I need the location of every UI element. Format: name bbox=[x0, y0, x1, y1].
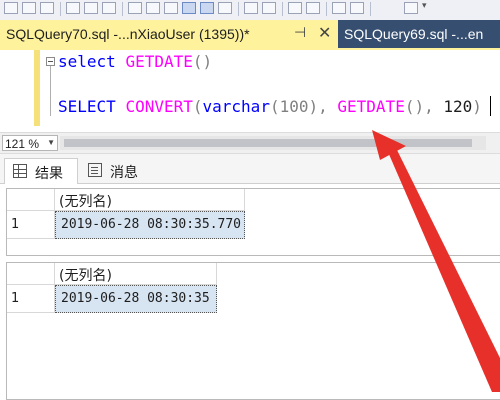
function-token: GETDATE bbox=[337, 97, 405, 116]
toolbar-button[interactable] bbox=[288, 2, 302, 14]
column-header[interactable]: (无列名) bbox=[55, 189, 245, 211]
tab-messages[interactable]: 消息 bbox=[80, 158, 146, 184]
function-token: GETDATE bbox=[125, 52, 193, 71]
paren-token: ( bbox=[192, 97, 203, 116]
paren-token: () bbox=[192, 52, 213, 71]
change-tracking-bar bbox=[34, 50, 40, 126]
row-number-label: 1 bbox=[11, 291, 20, 306]
cell-value: 2019-06-28 08:30:35 bbox=[61, 291, 210, 306]
row-number-label: 1 bbox=[11, 217, 20, 232]
text-caret bbox=[490, 96, 491, 116]
toolbar-separator bbox=[238, 2, 239, 16]
row-header-corner[interactable] bbox=[7, 263, 55, 285]
toolbar-separator bbox=[282, 2, 283, 16]
zoom-value: 121 % bbox=[5, 137, 40, 151]
result-grid-2: (无列名) 1 2019-06-28 08:30:35 bbox=[6, 262, 500, 400]
toolbar-button[interactable] bbox=[84, 2, 98, 14]
style-arg-token: 120 bbox=[443, 97, 473, 116]
results-tab-strip: 结果 消息 bbox=[0, 154, 500, 184]
paren-token: ) bbox=[472, 97, 482, 116]
result-grid-1: (无列名) 1 2019-06-28 08:30:35.770 bbox=[6, 188, 500, 256]
toolbar-button[interactable] bbox=[218, 2, 232, 14]
toolbar-button[interactable] bbox=[262, 2, 276, 14]
type-arg-token: (100) bbox=[269, 97, 319, 116]
toolbar-button[interactable] bbox=[306, 2, 320, 14]
comma-token: , bbox=[318, 97, 338, 116]
toolbar-button[interactable] bbox=[40, 2, 54, 14]
comma-token: , bbox=[424, 97, 444, 116]
row-header-corner[interactable] bbox=[7, 189, 55, 211]
dropdown-arrow-icon[interactable]: ▾ bbox=[422, 1, 427, 11]
horizontal-scrollbar[interactable] bbox=[60, 136, 486, 150]
toolbar-separator bbox=[122, 2, 123, 16]
result-cell[interactable]: 2019-06-28 08:30:35.770 bbox=[55, 211, 245, 239]
outline-line bbox=[50, 66, 51, 116]
code-line-1[interactable]: select GETDATE() bbox=[58, 52, 212, 71]
column-header-label: (无列名) bbox=[59, 194, 112, 210]
toolbar-separator bbox=[60, 2, 61, 16]
tab-results[interactable]: 结果 bbox=[4, 158, 78, 184]
cell-value: 2019-06-28 08:30:35.770 bbox=[61, 217, 242, 232]
tab-title: SQLQuery69.sql -...en bbox=[344, 26, 484, 42]
result-cell[interactable]: 2019-06-28 08:30:35 bbox=[55, 285, 217, 313]
scrollbar-thumb[interactable] bbox=[64, 139, 472, 147]
row-number[interactable]: 1 bbox=[7, 211, 55, 239]
keyword-token: SELECT bbox=[58, 97, 116, 116]
keyword-token: select bbox=[58, 52, 116, 71]
tab-results-label: 结果 bbox=[35, 166, 63, 182]
toolbar-separator bbox=[370, 2, 371, 16]
toolbar-button[interactable] bbox=[22, 2, 36, 14]
toolbar-button[interactable] bbox=[128, 2, 142, 14]
pin-icon[interactable]: ⊣ bbox=[294, 25, 306, 41]
toolbar-button[interactable] bbox=[164, 2, 178, 14]
toolbar-button[interactable] bbox=[350, 2, 364, 14]
collapse-toggle-icon[interactable] bbox=[46, 57, 55, 66]
zoom-dropdown[interactable]: 121 % ▼ bbox=[2, 135, 58, 151]
toolbar-button[interactable] bbox=[66, 2, 80, 14]
type-token: varchar bbox=[202, 97, 270, 116]
messages-icon bbox=[88, 163, 102, 177]
zoom-bar: 121 % ▼ bbox=[0, 132, 500, 154]
document-tab-strip: SQLQuery70.sql -...nXiaoUser (1395))* ⊣ … bbox=[0, 20, 500, 48]
toolbar-button[interactable] bbox=[4, 2, 18, 14]
toolbar-button[interactable] bbox=[404, 2, 418, 14]
toolbar-button[interactable] bbox=[332, 2, 346, 14]
chevron-down-icon: ▼ bbox=[47, 138, 55, 147]
toolbar-button[interactable] bbox=[146, 2, 160, 14]
close-icon[interactable]: ✕ bbox=[318, 23, 331, 42]
column-header[interactable]: (无列名) bbox=[55, 263, 217, 285]
function-token: CONVERT bbox=[125, 97, 193, 116]
tab-sqlquery69[interactable]: SQLQuery69.sql -...en bbox=[338, 20, 500, 48]
paren-token: () bbox=[404, 97, 425, 116]
toolbar-button-pressed[interactable] bbox=[182, 2, 196, 14]
toolbar-button[interactable] bbox=[244, 2, 258, 14]
row-number[interactable]: 1 bbox=[7, 285, 55, 313]
tab-sqlquery70[interactable]: SQLQuery70.sql -...nXiaoUser (1395))* ⊣ … bbox=[0, 20, 338, 48]
toolbar-separator bbox=[326, 2, 327, 16]
code-line-2[interactable]: SELECT CONVERT(varchar(100), GETDATE(), … bbox=[58, 97, 482, 116]
toolbar-button-pressed[interactable] bbox=[200, 2, 214, 14]
grid-icon bbox=[13, 164, 27, 178]
tab-messages-label: 消息 bbox=[110, 165, 138, 181]
toolbar: ▾ bbox=[0, 0, 500, 21]
query-editor[interactable]: select GETDATE() SELECT CONVERT(varchar(… bbox=[0, 50, 500, 132]
toolbar-button[interactable] bbox=[102, 2, 116, 14]
column-header-label: (无列名) bbox=[59, 268, 112, 284]
tab-title: SQLQuery70.sql -...nXiaoUser (1395))* bbox=[6, 26, 250, 42]
